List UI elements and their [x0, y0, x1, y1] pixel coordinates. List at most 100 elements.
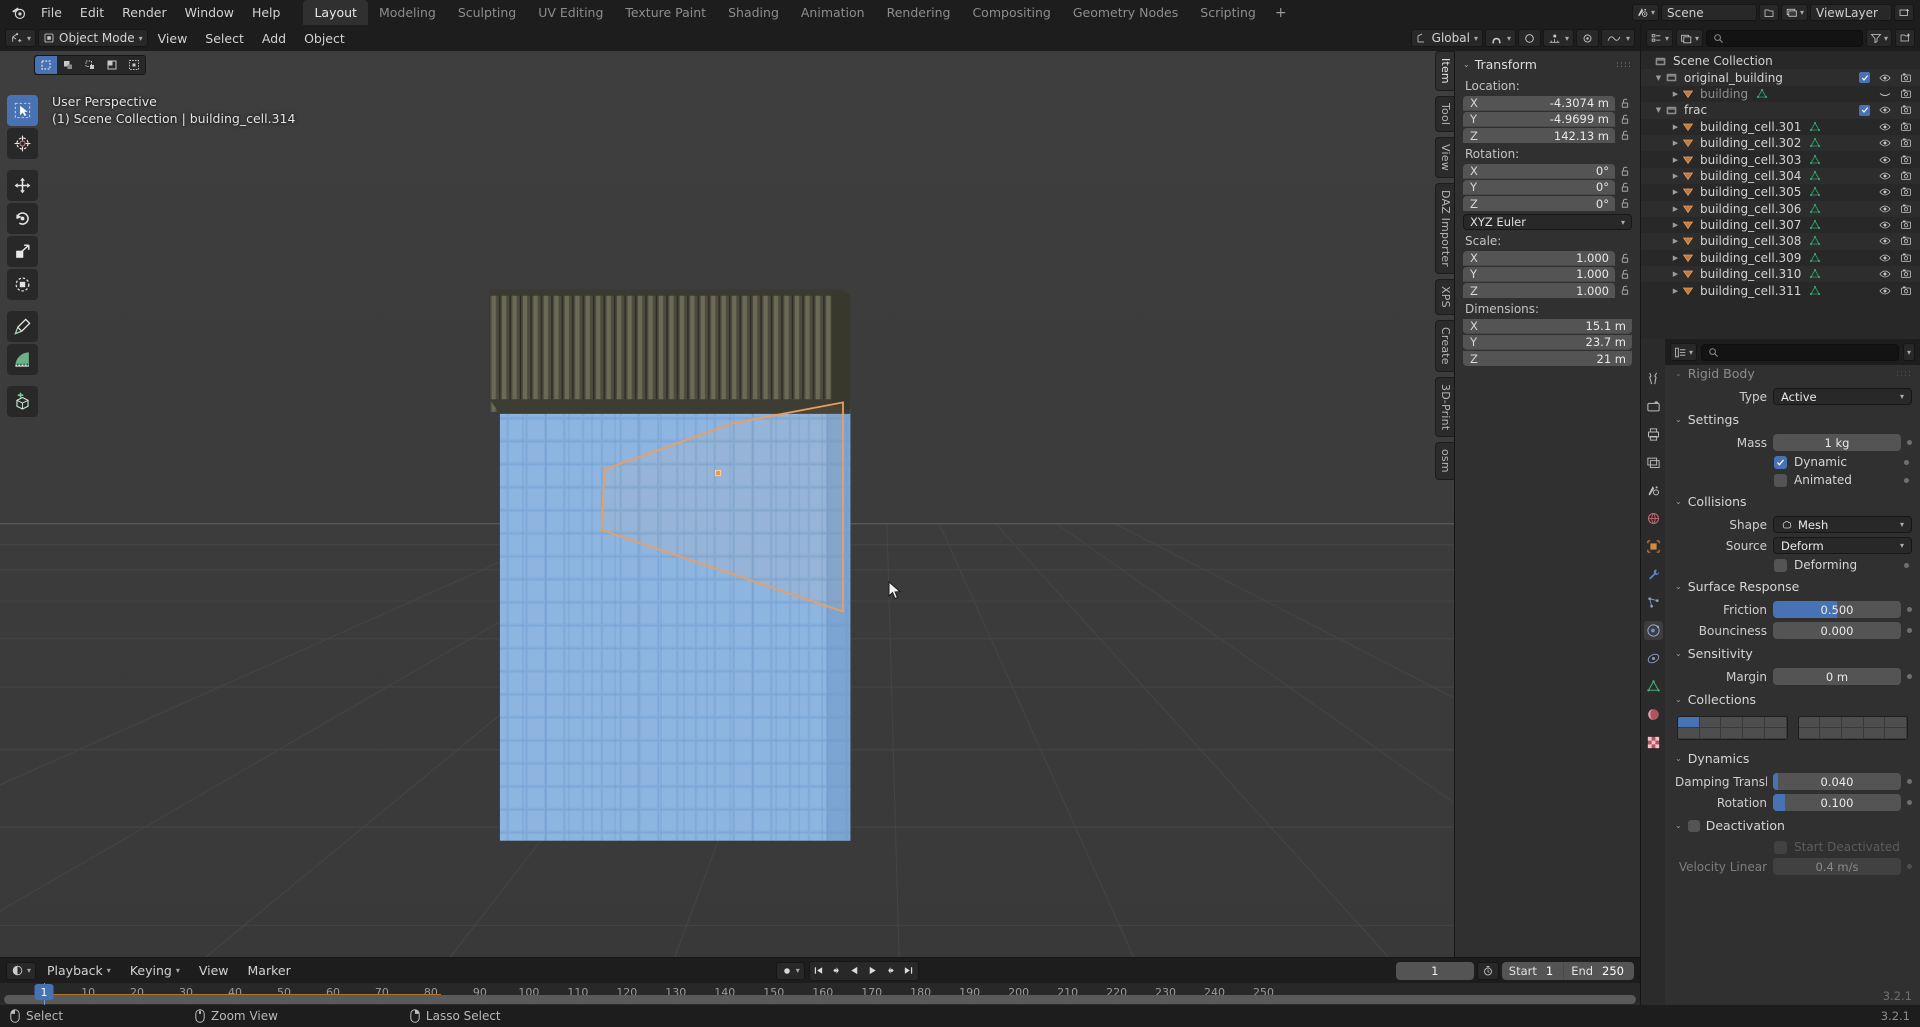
viewport-menu-view[interactable]: View: [150, 29, 196, 47]
menu-edit[interactable]: Edit: [71, 0, 113, 25]
sidebar-tab-xps[interactable]: XPS: [1435, 278, 1454, 315]
visibility-eye-icon[interactable]: [1879, 219, 1891, 231]
rotate-tool-icon[interactable]: [7, 203, 38, 234]
render-camera-icon[interactable]: [1900, 268, 1912, 280]
sidebar-tab-3d-print[interactable]: 3D-Print: [1435, 376, 1454, 437]
outliner-row[interactable]: ▶ building_cell.308: [1641, 233, 1920, 250]
add-workspace-button[interactable]: +: [1267, 0, 1295, 25]
sidebar-tab-daz-importer[interactable]: DAZ Importer: [1435, 182, 1454, 274]
sidebar-tab-osm[interactable]: osm: [1435, 441, 1454, 480]
visibility-eye-icon[interactable]: [1879, 186, 1891, 198]
outliner-row[interactable]: ▶ building_cell.310: [1641, 266, 1920, 283]
move-tool-icon[interactable]: [7, 170, 38, 201]
viewport-gizmos-button[interactable]: [1575, 29, 1599, 47]
deactivation-checkbox[interactable]: [1687, 819, 1700, 832]
annotate-tool-icon[interactable]: [7, 311, 38, 342]
velocity-linear-field[interactable]: 0.4 m/s: [1773, 858, 1901, 875]
use-preview-range-button[interactable]: [1476, 961, 1499, 980]
add-cube-tool-icon[interactable]: [7, 386, 38, 417]
visibility-eye-icon[interactable]: [1879, 235, 1891, 247]
outliner-row[interactable]: ▶ building_cell.303: [1641, 151, 1920, 167]
animate-property-dot[interactable]: [1904, 459, 1909, 465]
sidebar-tab-tool[interactable]: Tool: [1435, 95, 1454, 133]
expand-triangle-icon[interactable]: ▶: [1669, 172, 1682, 180]
render-camera-icon[interactable]: [1900, 104, 1912, 116]
proportional-edit-button[interactable]: [1517, 29, 1541, 47]
lock-icon[interactable]: [1619, 113, 1632, 126]
current-frame-field[interactable]: 1: [1395, 961, 1474, 980]
workspace-tab-rendering[interactable]: Rendering: [876, 0, 962, 25]
bounciness-slider[interactable]: 0.000: [1773, 622, 1901, 639]
outliner-tree[interactable]: Scene Collection ▼ original_building ▶ build…: [1641, 51, 1920, 339]
measure-tool-icon[interactable]: [7, 344, 38, 375]
collection-cell[interactable]: [1678, 728, 1700, 739]
outliner-editor-type-selector[interactable]: ▾: [1646, 29, 1674, 47]
surface-response-section-header[interactable]: ⌄ Surface Response: [1665, 574, 1920, 599]
outliner-display-mode-selector[interactable]: ▾: [1676, 29, 1704, 47]
subtract-select-icon[interactable]: [79, 56, 101, 74]
particles-tab-icon[interactable]: [1644, 593, 1663, 612]
location-x-field[interactable]: X -4.3074 m: [1463, 96, 1615, 111]
mass-field[interactable]: 1 kg: [1773, 434, 1901, 451]
world-tab-icon[interactable]: [1644, 509, 1663, 528]
visibility-eye-icon[interactable]: [1879, 285, 1891, 297]
expand-triangle-icon[interactable]: ▶: [1669, 123, 1682, 131]
workspace-tab-modeling[interactable]: Modeling: [368, 0, 447, 25]
collections-section-header[interactable]: ⌄ Collections: [1665, 687, 1920, 712]
collection-cell[interactable]: [1841, 728, 1864, 739]
animate-property-dot[interactable]: [1907, 440, 1912, 445]
collection-cell[interactable]: [1820, 728, 1842, 739]
editor-type-selector[interactable]: ▾: [5, 29, 37, 47]
material-tab-icon[interactable]: [1644, 705, 1663, 724]
dynamics-section-header[interactable]: ⌄ Dynamics: [1665, 746, 1920, 771]
properties-search-input[interactable]: [1701, 343, 1899, 361]
animate-property-dot[interactable]: [1907, 628, 1912, 633]
damping-translation-slider[interactable]: 0.040: [1773, 773, 1901, 790]
render-camera-icon[interactable]: [1900, 285, 1912, 297]
outliner-filter-button[interactable]: ▾: [1865, 29, 1892, 47]
timeline-playhead-badge[interactable]: 1: [34, 984, 54, 1000]
collection-enabled-checkbox[interactable]: [1859, 72, 1870, 84]
expand-triangle-icon[interactable]: ▶: [1669, 139, 1682, 147]
new-view-layer-button[interactable]: [1894, 4, 1914, 21]
collection-cell[interactable]: [1699, 728, 1722, 739]
timeline-menu-keying[interactable]: Keying ▾: [122, 963, 188, 978]
lock-icon[interactable]: [1619, 129, 1632, 142]
jump-to-end-button[interactable]: [900, 962, 918, 980]
lock-icon[interactable]: [1619, 268, 1632, 281]
lock-icon[interactable]: [1619, 97, 1632, 110]
outliner-row[interactable]: ▶ building_cell.311: [1641, 282, 1920, 298]
play-button[interactable]: [864, 962, 882, 980]
tool-tab-icon[interactable]: [1644, 369, 1663, 388]
workspace-tab-shading[interactable]: Shading: [717, 0, 790, 25]
scene-tab-icon[interactable]: [1644, 481, 1663, 500]
collection-cell[interactable]: [1863, 728, 1886, 739]
transform-orientation-selector[interactable]: Global ▾: [1410, 29, 1483, 47]
render-camera-icon[interactable]: [1900, 170, 1912, 182]
scale-tool-icon[interactable]: [7, 236, 38, 267]
expand-triangle-icon[interactable]: ▶: [1669, 221, 1682, 229]
visibility-eye-icon[interactable]: [1879, 252, 1891, 264]
margin-field[interactable]: 0 m: [1773, 668, 1901, 685]
timeline-track[interactable]: 10 20 30 40 50 60 70 80 90 100 110 120 130 140 150 160 1…: [0, 983, 1640, 1005]
intersect-select-icon[interactable]: [123, 56, 145, 74]
outliner-row[interactable]: ▶ building_cell.307: [1641, 217, 1920, 233]
object-tab-icon[interactable]: [1644, 537, 1663, 556]
viewport-menu-select[interactable]: Select: [197, 29, 252, 47]
deactivation-section-header[interactable]: ⌄ Deactivation: [1665, 813, 1920, 838]
render-camera-icon[interactable]: [1900, 88, 1912, 100]
extend-select-icon[interactable]: [57, 56, 79, 74]
sensitivity-section-header[interactable]: ⌄ Sensitivity: [1665, 641, 1920, 666]
render-tab-icon[interactable]: [1644, 397, 1663, 416]
dynamic-checkbox[interactable]: [1774, 455, 1787, 469]
visibility-eye-icon[interactable]: [1879, 137, 1891, 149]
render-camera-icon[interactable]: [1900, 203, 1912, 215]
outliner-row[interactable]: ▼ original_building: [1641, 69, 1920, 86]
previous-keyframe-button[interactable]: [828, 962, 846, 980]
render-camera-icon[interactable]: [1900, 137, 1912, 149]
lock-icon[interactable]: [1619, 165, 1632, 178]
workspace-tab-texture-paint[interactable]: Texture Paint: [614, 0, 717, 25]
dimensions-x-field[interactable]: X 15.1 m: [1463, 319, 1632, 334]
expand-triangle-icon[interactable]: ▶: [1669, 270, 1682, 278]
source-dropdown[interactable]: Deform ▾: [1773, 537, 1912, 554]
